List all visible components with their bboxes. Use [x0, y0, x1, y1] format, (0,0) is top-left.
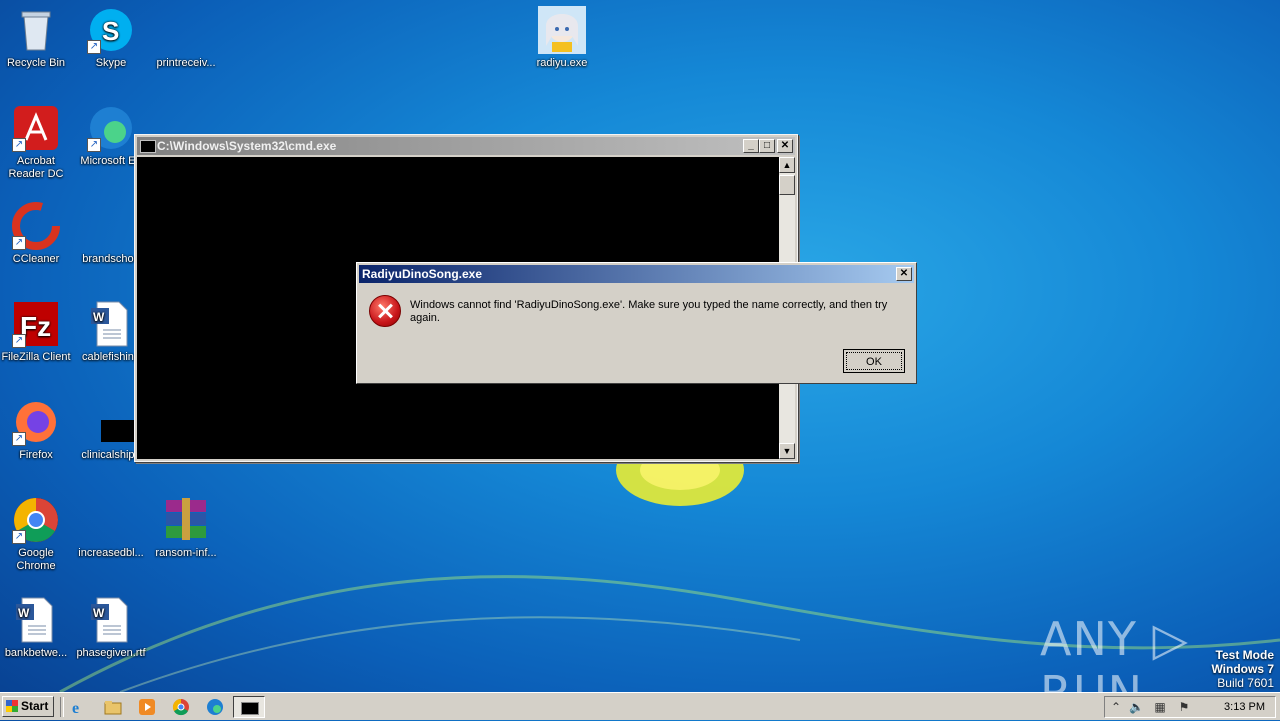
dialog-title: RadiyuDinoSong.exe: [362, 267, 483, 281]
winrar-archive-icon: [162, 496, 210, 544]
cmd-title: C:\Windows\System32\cmd.exe: [157, 139, 337, 153]
desktop-icon-filezilla[interactable]: Fz ↗ FileZilla Client: [0, 300, 74, 364]
desktop-icon-chrome[interactable]: ↗ Google Chrome: [0, 496, 74, 573]
show-hidden-icons-icon[interactable]: ⌃: [1109, 700, 1123, 714]
close-button[interactable]: ✕: [777, 139, 793, 153]
desktop-icon-radiyu[interactable]: radiyu.exe: [524, 6, 600, 70]
system-tray: ⌃ 🔈 ▦ ⚑ 3:13 PM: [1104, 696, 1276, 718]
scroll-down-button[interactable]: ▼: [779, 443, 795, 459]
skype-icon: S ↗: [87, 6, 135, 54]
windows-version-line: Windows 7: [1211, 662, 1274, 676]
desktop-icon-phasegiven[interactable]: W phasegiven.rtf: [73, 596, 149, 660]
desktop-icon-bankbetwe[interactable]: W bankbetwe...: [0, 596, 74, 660]
desktop-icon-ransom-inf[interactable]: ransom-inf...: [148, 496, 224, 560]
start-label: Start: [21, 699, 49, 713]
shortcut-arrow-icon: ↗: [12, 334, 26, 348]
test-mode-line: Test Mode: [1215, 648, 1274, 662]
console-icon: [241, 702, 259, 715]
blank-file-icon: [87, 496, 135, 544]
network-icon[interactable]: ▦: [1153, 700, 1167, 714]
chrome-icon: ↗: [12, 496, 60, 544]
ok-button[interactable]: OK: [843, 349, 905, 373]
svg-text:W: W: [93, 606, 105, 620]
folder-icon[interactable]: [104, 698, 122, 716]
taskbar-separator: [60, 697, 64, 717]
firefox-icon: ↗: [12, 398, 60, 446]
error-dialog[interactable]: RadiyuDinoSong.exe ✕ Windows cannot find…: [356, 262, 917, 384]
svg-text:e: e: [72, 700, 79, 716]
ok-button-label: OK: [846, 352, 902, 370]
error-message: Windows cannot find 'RadiyuDinoSong.exe'…: [410, 299, 888, 324]
anime-character-icon: [538, 6, 586, 54]
taskbar-cmd-button[interactable]: [233, 696, 265, 718]
recycle-bin-icon: [12, 6, 60, 54]
word-document-icon: W: [87, 596, 135, 644]
shortcut-arrow-icon: ↗: [12, 530, 26, 544]
media-player-icon[interactable]: [138, 698, 156, 716]
dialog-close-button[interactable]: ✕: [896, 267, 912, 281]
blank-file-icon: [162, 6, 210, 54]
scroll-up-button[interactable]: ▲: [779, 157, 795, 173]
build-line: Build 7601: [1217, 676, 1274, 690]
error-icon: [369, 295, 401, 327]
action-center-flag-icon[interactable]: ⚑: [1177, 700, 1191, 714]
edge-icon: ↗: [87, 104, 135, 152]
ccleaner-icon: ↗: [12, 202, 60, 250]
shortcut-arrow-icon: ↗: [87, 138, 101, 152]
maximize-button[interactable]: □: [759, 139, 775, 153]
chrome-icon[interactable]: [172, 698, 190, 716]
scroll-thumb[interactable]: [779, 175, 795, 195]
svg-text:S: S: [102, 16, 119, 46]
shortcut-arrow-icon: ↗: [87, 40, 101, 54]
desktop-icon-ccleaner[interactable]: ↗ CCleaner: [0, 202, 74, 266]
desktop-icon-printreceiv[interactable]: printreceiv...: [148, 6, 224, 70]
console-icon: [140, 140, 156, 153]
shortcut-arrow-icon: ↗: [12, 138, 26, 152]
volume-icon[interactable]: 🔈: [1129, 700, 1144, 714]
word-document-icon: W: [12, 596, 60, 644]
desktop-icon-acrobat[interactable]: ↗ Acrobat Reader DC: [0, 104, 74, 181]
windows-flag-icon: [6, 700, 18, 712]
acrobat-icon: ↗: [12, 104, 60, 152]
clock[interactable]: 3:13 PM: [1224, 697, 1265, 717]
svg-text:W: W: [93, 310, 105, 324]
cmd-titlebar[interactable]: C:\Windows\System32\cmd.exe _ □ ✕: [137, 137, 795, 155]
internet-explorer-icon[interactable]: e: [70, 698, 88, 717]
dialog-titlebar[interactable]: RadiyuDinoSong.exe ✕: [359, 265, 914, 283]
desktop-icon-firefox[interactable]: ↗ Firefox: [0, 398, 74, 462]
desktop-icon-increasedbl[interactable]: increasedbl...: [73, 496, 149, 560]
filezilla-icon: Fz ↗: [12, 300, 60, 348]
word-document-icon: W: [87, 300, 135, 348]
edge-icon[interactable]: [206, 698, 224, 716]
taskbar: Start e ⌃ 🔈 ▦ ⚑ 3:13 PM: [0, 692, 1280, 720]
desktop-icon-recycle-bin[interactable]: Recycle Bin: [0, 6, 74, 70]
start-button[interactable]: Start: [2, 696, 54, 717]
black-file-icon: [87, 398, 135, 446]
shortcut-arrow-icon: ↗: [12, 432, 26, 446]
desktop-icon-skype[interactable]: S ↗ Skype: [73, 6, 149, 70]
shortcut-arrow-icon: ↗: [12, 236, 26, 250]
test-mode-text: Test Mode Windows 7 Build 7601: [1211, 648, 1274, 690]
svg-text:W: W: [18, 606, 30, 620]
minimize-button[interactable]: _: [743, 139, 759, 153]
blank-file-icon: [87, 202, 135, 250]
